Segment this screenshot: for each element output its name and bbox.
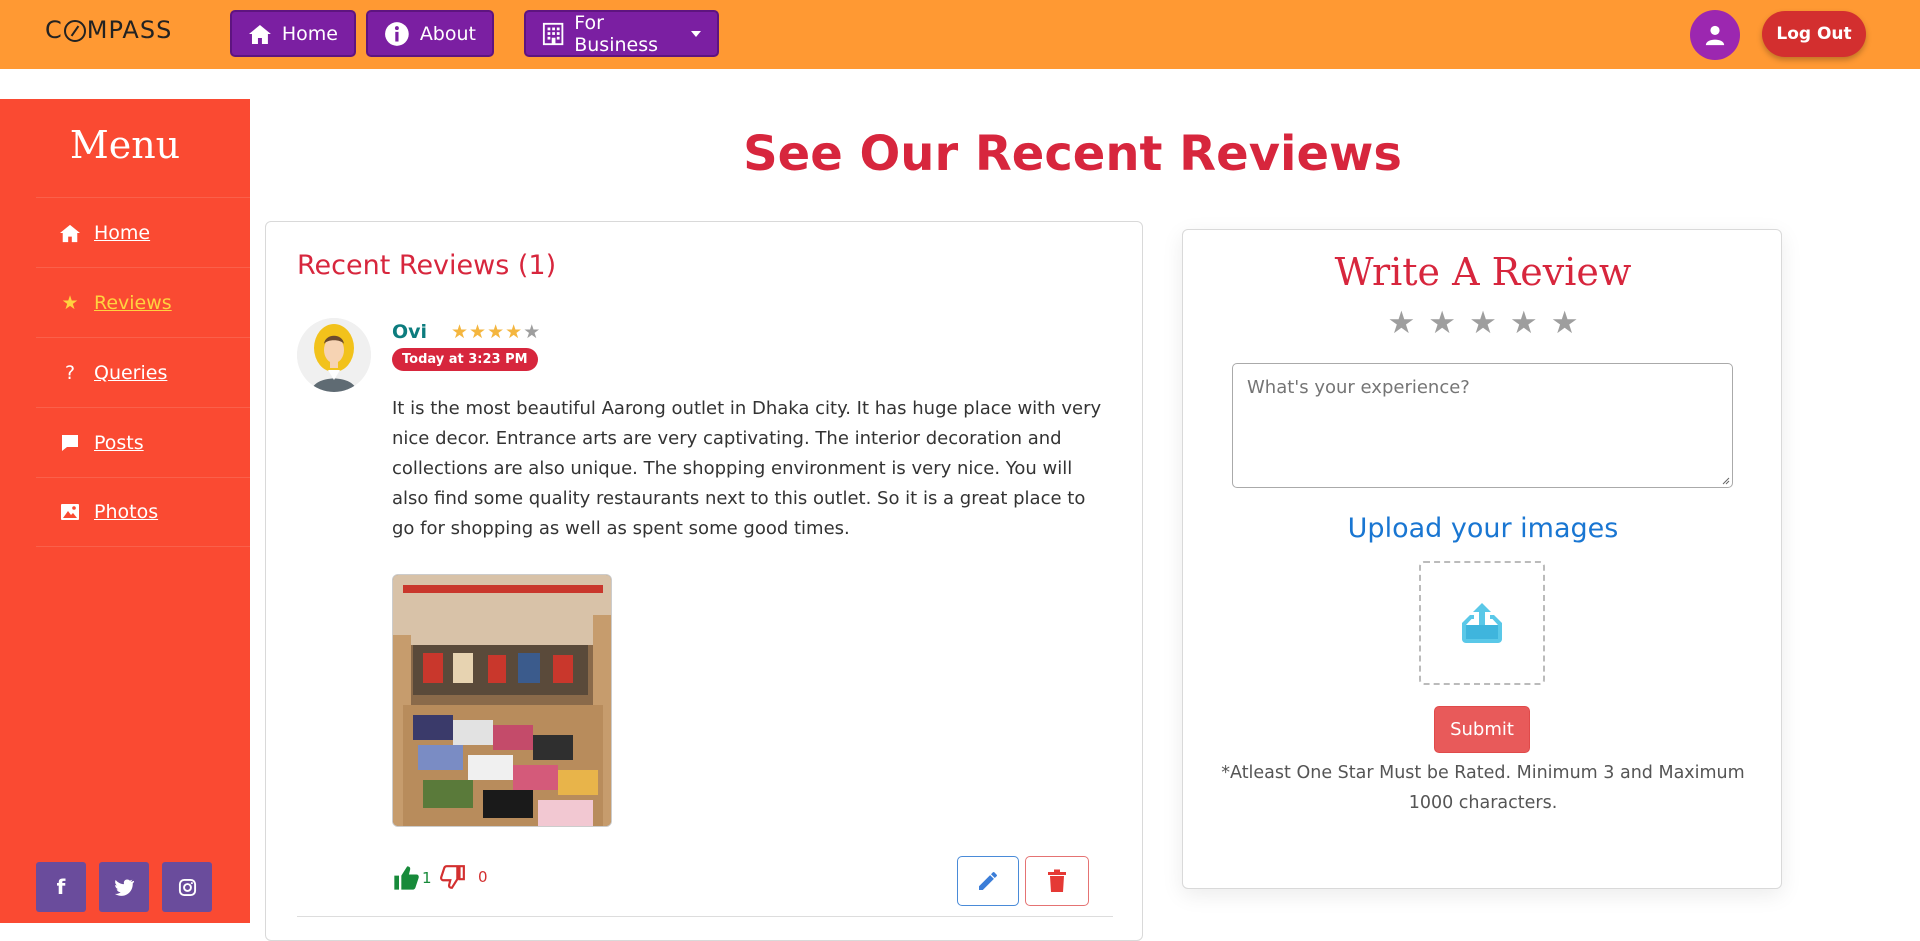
submit-button[interactable]: Submit bbox=[1434, 706, 1530, 753]
building-icon bbox=[542, 22, 564, 45]
star-icon: ★ bbox=[469, 321, 487, 343]
nav-home-label: Home bbox=[281, 22, 338, 45]
trash-icon bbox=[1048, 869, 1066, 892]
write-review-card: Write A Review ★ ★ ★ ★ ★ Upload your ima… bbox=[1182, 229, 1782, 889]
menu-title: Menu bbox=[69, 123, 181, 167]
upload-title: Upload your images bbox=[1347, 513, 1619, 544]
sidebar-item-label: Reviews bbox=[94, 291, 172, 314]
brand-prefix: C bbox=[45, 16, 63, 44]
twitter-button[interactable] bbox=[99, 862, 149, 912]
sidebar-item-label: Queries bbox=[94, 361, 168, 384]
pencil-icon bbox=[979, 872, 997, 890]
delete-review-button[interactable] bbox=[1025, 856, 1089, 906]
resize-handle-icon[interactable] bbox=[1720, 475, 1730, 485]
edit-review-button[interactable] bbox=[957, 856, 1019, 906]
write-review-title: Write A Review bbox=[1334, 250, 1632, 294]
compass-icon bbox=[63, 20, 86, 42]
nav-home-button[interactable]: Home bbox=[230, 10, 356, 57]
rating-hint: *Atleast One Star Must be Rated. Minimum… bbox=[1221, 763, 1745, 813]
info-icon bbox=[385, 21, 409, 46]
question-icon: ? bbox=[64, 361, 76, 384]
nav-business-dropdown[interactable]: For Business bbox=[524, 10, 719, 57]
home-icon bbox=[58, 223, 82, 243]
social-links: f bbox=[36, 862, 212, 912]
user-icon bbox=[1705, 25, 1725, 46]
nav-business-label: For Business bbox=[574, 11, 659, 56]
star-icon: ★ bbox=[451, 321, 469, 343]
image-upload-dropzone[interactable] bbox=[1419, 561, 1545, 685]
thumbs-up-icon bbox=[394, 866, 419, 890]
like-button[interactable]: 1 bbox=[392, 864, 432, 892]
rate-star-3-icon[interactable]: ★ bbox=[1469, 308, 1497, 339]
facebook-button[interactable]: f bbox=[36, 862, 86, 912]
dislike-button[interactable]: 0 bbox=[440, 864, 488, 890]
review-photo[interactable] bbox=[392, 574, 612, 827]
sidebar-item-reviews[interactable]: ★ Reviews bbox=[36, 267, 250, 337]
instagram-button[interactable] bbox=[162, 862, 212, 912]
rate-star-4-icon[interactable]: ★ bbox=[1510, 308, 1538, 339]
nav-about-label: About bbox=[419, 22, 476, 45]
sidebar-item-label: Photos bbox=[94, 501, 159, 523]
sidebar-item-photos[interactable]: Photos bbox=[36, 477, 250, 547]
twitter-icon bbox=[114, 878, 134, 896]
review-rating: ★ ★ ★ ★ ★ bbox=[451, 323, 540, 342]
brand-logo[interactable]: C MPASS bbox=[45, 16, 172, 44]
star-icon: ★ bbox=[505, 321, 523, 343]
reviewer-name[interactable]: Ovi bbox=[392, 321, 427, 343]
rate-star-5-icon[interactable]: ★ bbox=[1551, 308, 1579, 339]
instagram-icon bbox=[178, 878, 196, 896]
avatar bbox=[297, 318, 371, 392]
like-count: 1 bbox=[422, 869, 432, 887]
sidebar-item-label: Home bbox=[94, 221, 151, 244]
top-navbar: C MPASS Home About For Business Log Out bbox=[0, 0, 1920, 69]
brand-suffix: MPASS bbox=[86, 16, 173, 44]
recent-reviews-card: Recent Reviews (1) Ovi ★ ★ ★ ★ ★ Today a… bbox=[265, 221, 1143, 941]
rating-input: ★ ★ ★ ★ ★ bbox=[1183, 308, 1783, 339]
sidebar-item-queries[interactable]: ? Queries bbox=[36, 337, 250, 407]
sidebar: Menu Home ★ Reviews ? Queries Posts Phot… bbox=[0, 99, 250, 923]
image-icon bbox=[58, 503, 82, 521]
chevron-down-icon bbox=[691, 30, 701, 37]
star-icon: ★ bbox=[61, 291, 79, 314]
rate-star-1-icon[interactable]: ★ bbox=[1388, 308, 1416, 339]
facebook-icon: f bbox=[56, 875, 66, 899]
comment-icon bbox=[58, 433, 82, 453]
review-text: It is the most beautiful Aarong outlet i… bbox=[392, 398, 1102, 539]
sidebar-item-posts[interactable]: Posts bbox=[36, 407, 250, 477]
page-title: See Our Recent Reviews bbox=[743, 126, 1402, 182]
home-icon bbox=[248, 24, 271, 44]
star-icon: ★ bbox=[487, 321, 505, 343]
upload-icon bbox=[1462, 603, 1502, 643]
experience-textarea[interactable] bbox=[1232, 363, 1733, 488]
sidebar-item-label: Posts bbox=[94, 431, 144, 454]
nav-about-button[interactable]: About bbox=[366, 10, 494, 57]
logout-button[interactable]: Log Out bbox=[1762, 11, 1866, 57]
recent-reviews-heading: Recent Reviews (1) bbox=[297, 250, 557, 281]
dislike-count: 0 bbox=[478, 868, 488, 886]
profile-button[interactable] bbox=[1690, 10, 1740, 60]
thumbs-down-icon bbox=[440, 865, 465, 889]
sidebar-menu: Home ★ Reviews ? Queries Posts Photos bbox=[36, 197, 250, 547]
rate-star-2-icon[interactable]: ★ bbox=[1428, 308, 1456, 339]
sidebar-item-home[interactable]: Home bbox=[36, 197, 250, 267]
star-icon: ★ bbox=[523, 321, 541, 343]
review-time-badge: Today at 3:23 PM bbox=[392, 348, 538, 371]
review-divider bbox=[297, 916, 1113, 917]
